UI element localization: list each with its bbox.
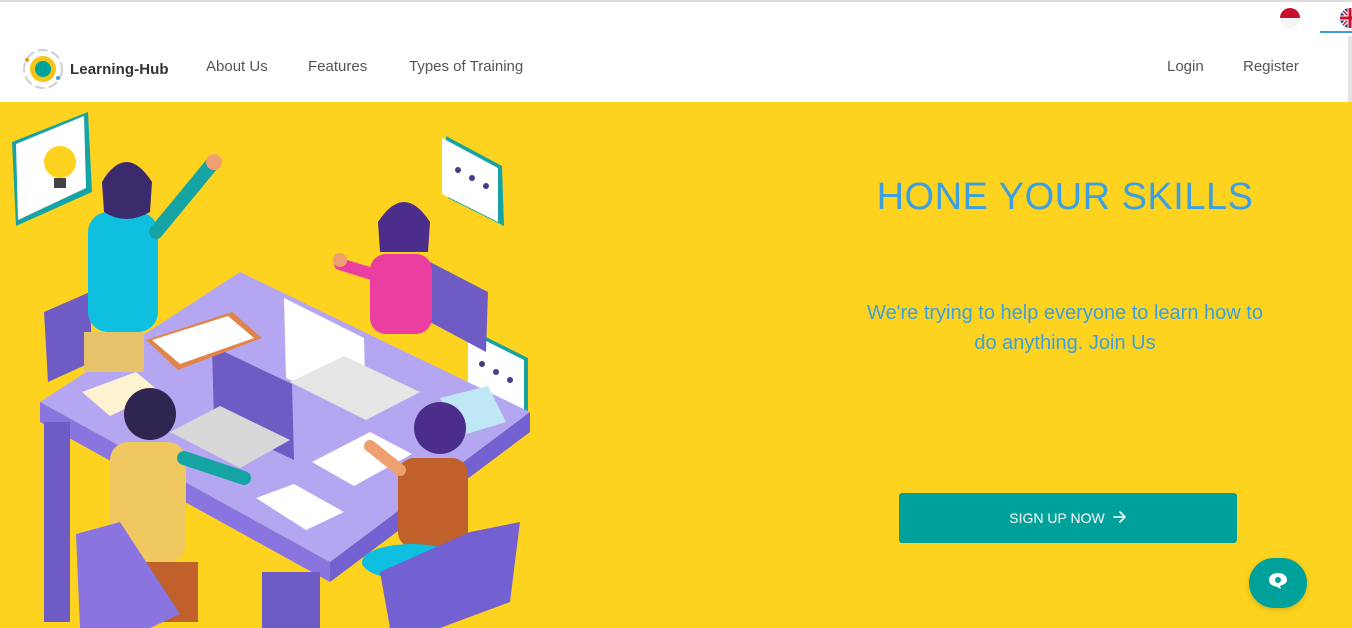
nav-login[interactable]: Login xyxy=(1167,58,1204,75)
lightbulb-card-icon xyxy=(12,112,92,226)
learning-hub-logo-icon xyxy=(22,48,64,90)
language-switcher xyxy=(1192,4,1352,34)
brand-logo-link[interactable]: Learning-Hub xyxy=(22,46,169,92)
hero-subtitle: We're trying to help everyone to learn h… xyxy=(867,302,1263,354)
brand-name: Learning-Hub xyxy=(70,60,169,78)
speech-bubble-icon xyxy=(442,136,504,226)
sign-up-now-button[interactable]: SIGN UP NOW xyxy=(899,493,1237,543)
nav-register[interactable]: Register xyxy=(1243,58,1299,75)
arrow-right-icon xyxy=(1112,510,1127,527)
hero-section: HONE YOUR SKILLS We're trying to help ev… xyxy=(0,102,1352,628)
indonesia-flag-icon[interactable] xyxy=(1280,8,1300,28)
active-language-indicator xyxy=(1320,31,1352,33)
hero-title: HONE YOUR SKILLS xyxy=(876,176,1254,218)
team-collaboration-illustration xyxy=(12,112,530,628)
person-figure xyxy=(333,202,432,334)
top-border xyxy=(0,0,1352,2)
chat-bubble-icon xyxy=(1267,571,1289,596)
nav-features[interactable]: Features xyxy=(308,58,367,75)
sign-up-label: SIGN UP NOW xyxy=(1009,510,1105,526)
chat-widget-button[interactable] xyxy=(1249,558,1307,608)
main-navbar: Learning-Hub About Us Features Types of … xyxy=(0,36,1352,102)
nav-types-of-training[interactable]: Types of Training xyxy=(409,58,523,75)
nav-about-us[interactable]: About Us xyxy=(206,58,268,75)
uk-flag-icon[interactable] xyxy=(1340,8,1352,28)
